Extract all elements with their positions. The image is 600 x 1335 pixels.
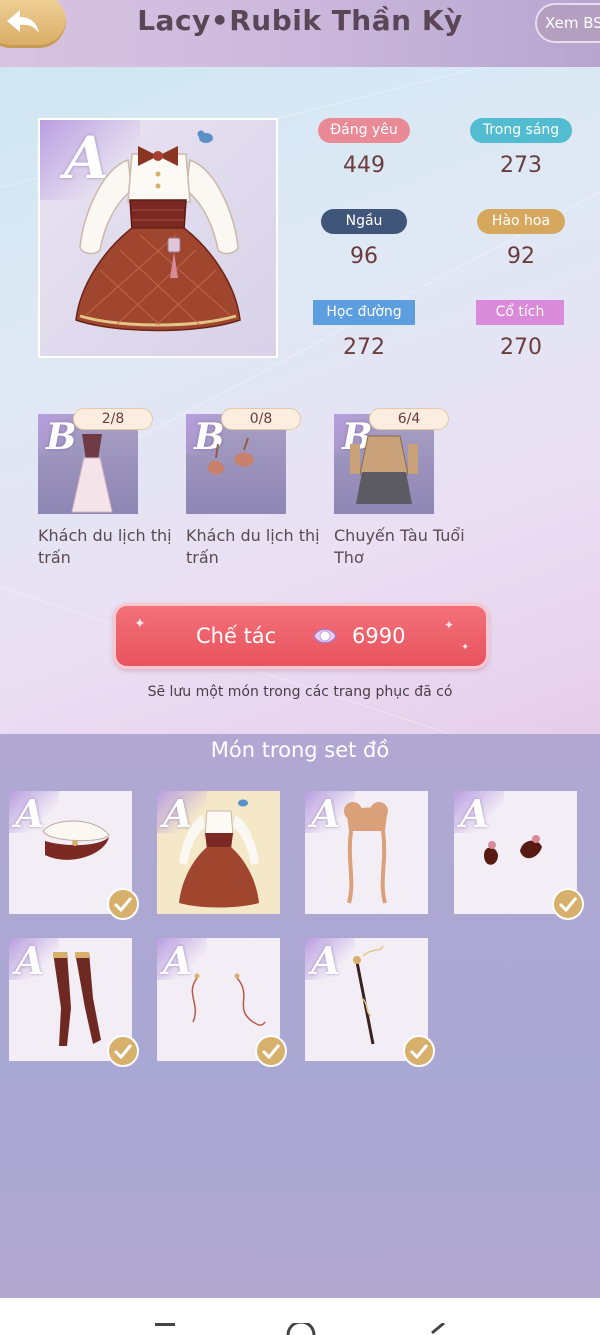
recent-apps-icon[interactable]: [155, 1323, 175, 1335]
set-item-dress[interactable]: A: [157, 791, 280, 914]
sparkle-icon: ✦: [134, 616, 146, 632]
set-item-hair[interactable]: A: [305, 791, 428, 914]
owned-check-icon: [107, 888, 139, 920]
hair-icon: [344, 802, 388, 904]
stat-label-school: Học đường: [313, 300, 415, 325]
stat-label-elegant: Hào hoa: [477, 209, 565, 234]
craft-cost: 6990: [352, 624, 406, 648]
sparkle-icon: ✦: [461, 642, 470, 653]
stat-value-cute: 449: [343, 153, 385, 178]
dress-illustration-icon: [75, 130, 241, 332]
owned-check-icon: [255, 1035, 287, 1067]
material-name-3: Chuyến Tàu Tuổi Thơ: [334, 526, 465, 567]
craft-label: Chế tác: [196, 624, 277, 648]
material-name-2: Khách du lịch thị trấn: [186, 526, 320, 567]
stat-label-fairy: Cổ tích: [476, 300, 564, 325]
view-set-button[interactable]: Xem BS: [535, 3, 600, 43]
system-nav-bar: [0, 1298, 600, 1335]
craft-button[interactable]: ✦ ✦ ✦ Chế tác 6990: [113, 603, 489, 669]
set-items-panel: Món trong set đồ A A A A A A A: [0, 734, 600, 1298]
owned-check-icon: [107, 1035, 139, 1067]
stat-label-pure: Trong sáng: [470, 118, 572, 143]
outfit-detail-panel: A Đáng yêu 449 Trong sáng 273 Ngầu 96 Hà…: [0, 67, 600, 734]
header-bar: Lacy•Rubik Thần Kỳ Xem BS: [0, 0, 600, 67]
stat-value-pure: 273: [500, 153, 542, 178]
outfit-preview-card[interactable]: A: [38, 118, 278, 358]
home-icon[interactable]: [286, 1323, 316, 1335]
stat-value-fairy: 270: [500, 335, 542, 360]
material-name-1: Khách du lịch thị trấn: [38, 526, 172, 567]
material-count-1: 2/8: [73, 408, 153, 430]
material-count-2: 0/8: [221, 408, 301, 430]
stat-value-elegant: 92: [507, 244, 535, 269]
sparkle-icon: ✦: [444, 618, 455, 632]
dress-icon: [179, 799, 259, 908]
owned-check-icon: [403, 1035, 435, 1067]
page-title: Lacy•Rubik Thần Kỳ: [137, 4, 463, 37]
stat-label-cute: Đáng yêu: [318, 118, 410, 143]
stat-label-cool: Ngầu: [321, 209, 407, 234]
back-nav-icon[interactable]: [430, 1323, 446, 1335]
material-count-3: 6/4: [369, 408, 449, 430]
stat-value-school: 272: [343, 335, 385, 360]
owned-check-icon: [552, 888, 584, 920]
craft-note: Sẽ lưu một món trong các trang phục đã c…: [147, 684, 453, 700]
pearl-icon: [312, 625, 338, 647]
set-title: Món trong set đồ: [210, 738, 390, 762]
stat-value-cool: 96: [350, 244, 378, 269]
